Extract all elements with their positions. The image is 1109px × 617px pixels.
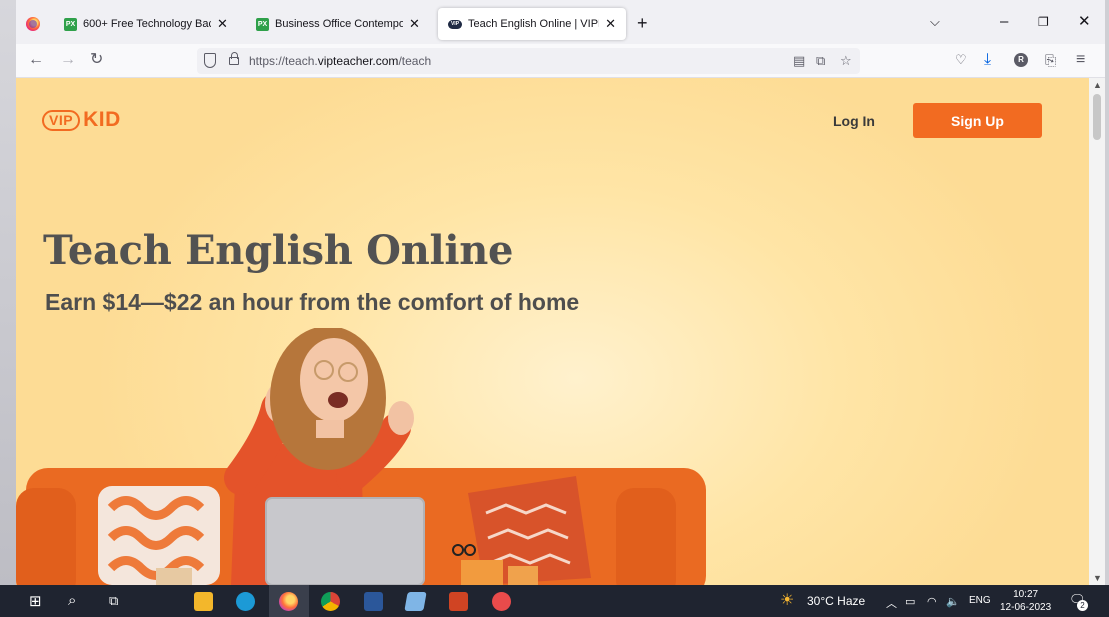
battery-icon[interactable]: ▭	[905, 595, 915, 608]
tab-label: Business Office Contemporary	[275, 18, 403, 30]
notes-app-icon[interactable]	[404, 592, 427, 611]
windows-start-icon[interactable]: ⊞	[29, 594, 42, 610]
close-window-icon[interactable]: ✕	[1078, 14, 1091, 30]
signup-button[interactable]: Sign Up	[913, 103, 1042, 138]
login-link[interactable]: Log In	[833, 113, 875, 129]
language-indicator[interactable]: ENG	[969, 595, 991, 606]
hero-title: Teach English Online	[43, 227, 514, 274]
desktop-edge-right	[1105, 0, 1109, 585]
scroll-down-arrow-icon[interactable]: ▼	[1093, 573, 1102, 583]
extensions-icon[interactable]: ⎘	[1045, 52, 1056, 68]
pocket-icon[interactable]: ♡	[955, 52, 967, 68]
windows-taskbar: ⊞ ⌕ ⧉ ☀ 30°C Haze ︿ ▭ ◠ 🔈 ENG 10:27 12-0…	[0, 585, 1109, 617]
firefox-taskbar-icon[interactable]	[279, 592, 298, 611]
paint-app-icon[interactable]	[492, 592, 511, 611]
translate-icon[interactable]: ⧉	[816, 53, 825, 69]
logo-kid: KID	[83, 108, 121, 131]
lock-icon[interactable]	[229, 52, 239, 65]
weather-text[interactable]: 30°C Haze	[807, 594, 865, 608]
tracking-protection-shield-icon[interactable]	[204, 53, 216, 68]
task-view-icon[interactable]: ⧉	[109, 593, 118, 609]
vipkid-favicon-icon: VIP	[448, 19, 462, 29]
file-explorer-icon[interactable]	[194, 592, 213, 611]
url-path: /teach	[398, 54, 432, 68]
reader-view-icon[interactable]: ▤	[793, 53, 805, 69]
chrome-icon[interactable]	[321, 592, 340, 611]
word-icon[interactable]	[364, 592, 383, 611]
tab-strip: PX 600+ Free Technology Backgro ✕ PX Bus…	[16, 0, 1105, 44]
close-tab-icon[interactable]: ✕	[409, 16, 420, 32]
search-icon[interactable]: ⌕	[68, 593, 76, 609]
firefox-view-icon[interactable]	[26, 17, 40, 31]
account-avatar-icon[interactable]: R	[1014, 53, 1028, 67]
logo-vip: VIP	[42, 109, 81, 131]
close-tab-icon[interactable]: ✕	[605, 16, 616, 32]
scroll-thumb[interactable]	[1093, 94, 1101, 140]
tab-technology-backgrounds[interactable]: PX 600+ Free Technology Backgro ✕	[54, 8, 238, 40]
desktop-edge	[0, 0, 16, 585]
pexels-favicon-icon: PX	[256, 17, 269, 31]
clock-time: 10:27	[1013, 589, 1039, 600]
minimize-icon[interactable]: –	[1000, 14, 1008, 30]
hero-subtitle: Earn $14—$22 an hour from the comfort of…	[45, 289, 580, 315]
navigation-bar: ← → ↻ https://teach.vipteacher.com/teach…	[16, 44, 1105, 78]
page-content: VIP KID Log In Sign Up Teach English Onl…	[16, 78, 1089, 585]
forward-icon[interactable]: →	[60, 52, 76, 68]
page-scrollbar[interactable]: ▲ ▼	[1089, 78, 1105, 585]
tab-label: 600+ Free Technology Backgro	[83, 18, 211, 30]
browser-window: PX 600+ Free Technology Backgro ✕ PX Bus…	[16, 0, 1105, 585]
url-prefix: https://teach.	[249, 54, 318, 68]
vipkid-logo[interactable]: VIP KID	[42, 108, 121, 132]
show-hidden-icons-chevron-icon[interactable]: ︿	[886, 595, 897, 611]
tab-label: Teach English Online | VIPKid	[468, 18, 599, 30]
wifi-icon[interactable]: ◠	[927, 595, 937, 608]
volume-icon[interactable]: 🔈	[946, 595, 960, 608]
new-tab-icon[interactable]: +	[637, 13, 648, 33]
downloads-icon[interactable]: ⤓	[984, 52, 991, 68]
notification-count-badge: 2	[1077, 600, 1088, 611]
close-tab-icon[interactable]: ✕	[217, 16, 228, 32]
address-bar[interactable]: https://teach.vipteacher.com/teach ▤ ⧉ ☆	[197, 48, 860, 74]
list-tabs-chevron-icon[interactable]: ⌵	[930, 14, 940, 30]
clock-date: 12-06-2023	[1000, 602, 1052, 613]
menu-icon[interactable]: ≡	[1076, 52, 1085, 68]
scroll-up-arrow-icon[interactable]: ▲	[1093, 80, 1102, 90]
clock[interactable]: 10:27 12-06-2023	[1000, 588, 1051, 614]
tab-teach-english-online[interactable]: VIP Teach English Online | VIPKid ✕	[438, 8, 626, 40]
url-domain: vipteacher.com	[317, 54, 399, 68]
weather-icon[interactable]: ☀	[780, 593, 794, 609]
url-text[interactable]: https://teach.vipteacher.com/teach	[249, 54, 431, 68]
pexels-favicon-icon: PX	[64, 17, 77, 31]
hero-teacher-photo	[16, 328, 706, 585]
tab-business-office[interactable]: PX Business Office Contemporary ✕	[246, 8, 430, 40]
restore-icon[interactable]: ❐	[1038, 14, 1049, 30]
back-icon[interactable]: ←	[28, 52, 44, 68]
edge-browser-icon[interactable]	[236, 592, 255, 611]
powerpoint-icon[interactable]	[449, 592, 468, 611]
bookmark-star-icon[interactable]: ☆	[840, 53, 852, 69]
reload-icon[interactable]: ↻	[90, 52, 103, 68]
